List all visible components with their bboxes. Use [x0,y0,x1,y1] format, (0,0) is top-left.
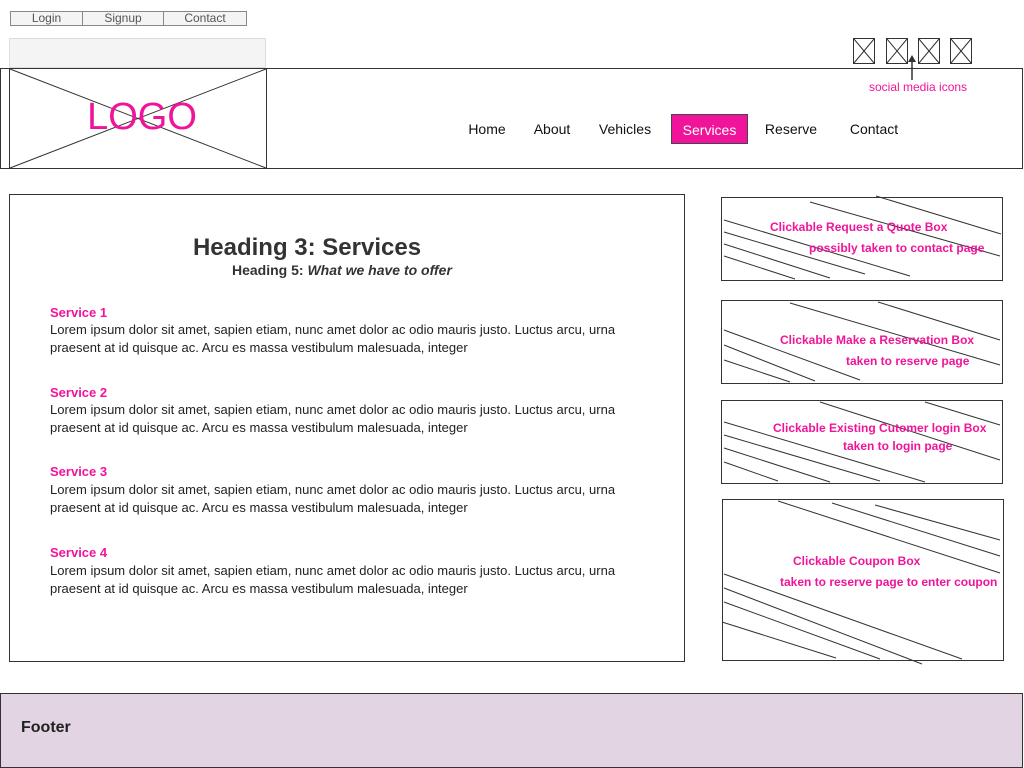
nav-vehicles[interactable]: Vehicles [593,114,657,144]
login-box-note: taken to login page [843,439,953,453]
utility-nav [9,38,266,68]
quote-box-note: possibly taken to contact page [809,241,985,255]
subheading-text: What we have to offer [307,262,452,278]
nav-services[interactable]: Services [671,114,748,144]
page-subheading: Heading 5: What we have to offer [232,262,692,278]
signup-link[interactable]: Signup [82,11,164,26]
footer-label: Footer [21,719,71,736]
social-media-label: social media icons [869,80,968,94]
social-media-icon[interactable] [886,38,908,64]
social-media-icon[interactable] [950,38,972,64]
logo-text: LOGO [87,96,197,138]
service-title: Service 2 [50,385,108,400]
login-box-title: Clickable Existing Cutomer login Box [773,421,987,435]
service-title: Service 4 [50,545,108,560]
subheading-prefix: Heading 5: [232,262,304,278]
contact-link[interactable]: Contact [163,11,247,26]
nav-about[interactable]: About [527,114,577,144]
service-description: Lorem ipsum dolor sit amet, sapien etiam… [50,322,616,355]
site-footer [0,693,1023,768]
social-media-icon[interactable] [918,38,940,64]
service-title: Service 1 [50,305,108,320]
service-description: Lorem ipsum dolor sit amet, sapien etiam… [50,482,616,515]
coupon-box-title: Clickable Coupon Box [793,554,921,568]
reservation-box-note: taken to reserve page [846,354,970,368]
service-title: Service 3 [50,464,108,479]
coupon-box-note: taken to reserve page to enter coupon [780,575,998,589]
reservation-box-title: Clickable Make a Reservation Box [780,333,975,347]
login-link[interactable]: Login [10,11,83,26]
service-description: Lorem ipsum dolor sit amet, sapien etiam… [50,563,616,596]
page-heading: Heading 3: Services [192,234,422,261]
request-quote-box[interactable] [721,197,1003,281]
nav-reserve[interactable]: Reserve [760,114,822,144]
nav-home[interactable]: Home [462,114,512,144]
nav-contact[interactable]: Contact [843,114,905,144]
social-media-icon[interactable] [853,38,875,64]
quote-box-title: Clickable Request a Quote Box [770,220,948,234]
service-description: Lorem ipsum dolor sit amet, sapien etiam… [50,402,616,435]
